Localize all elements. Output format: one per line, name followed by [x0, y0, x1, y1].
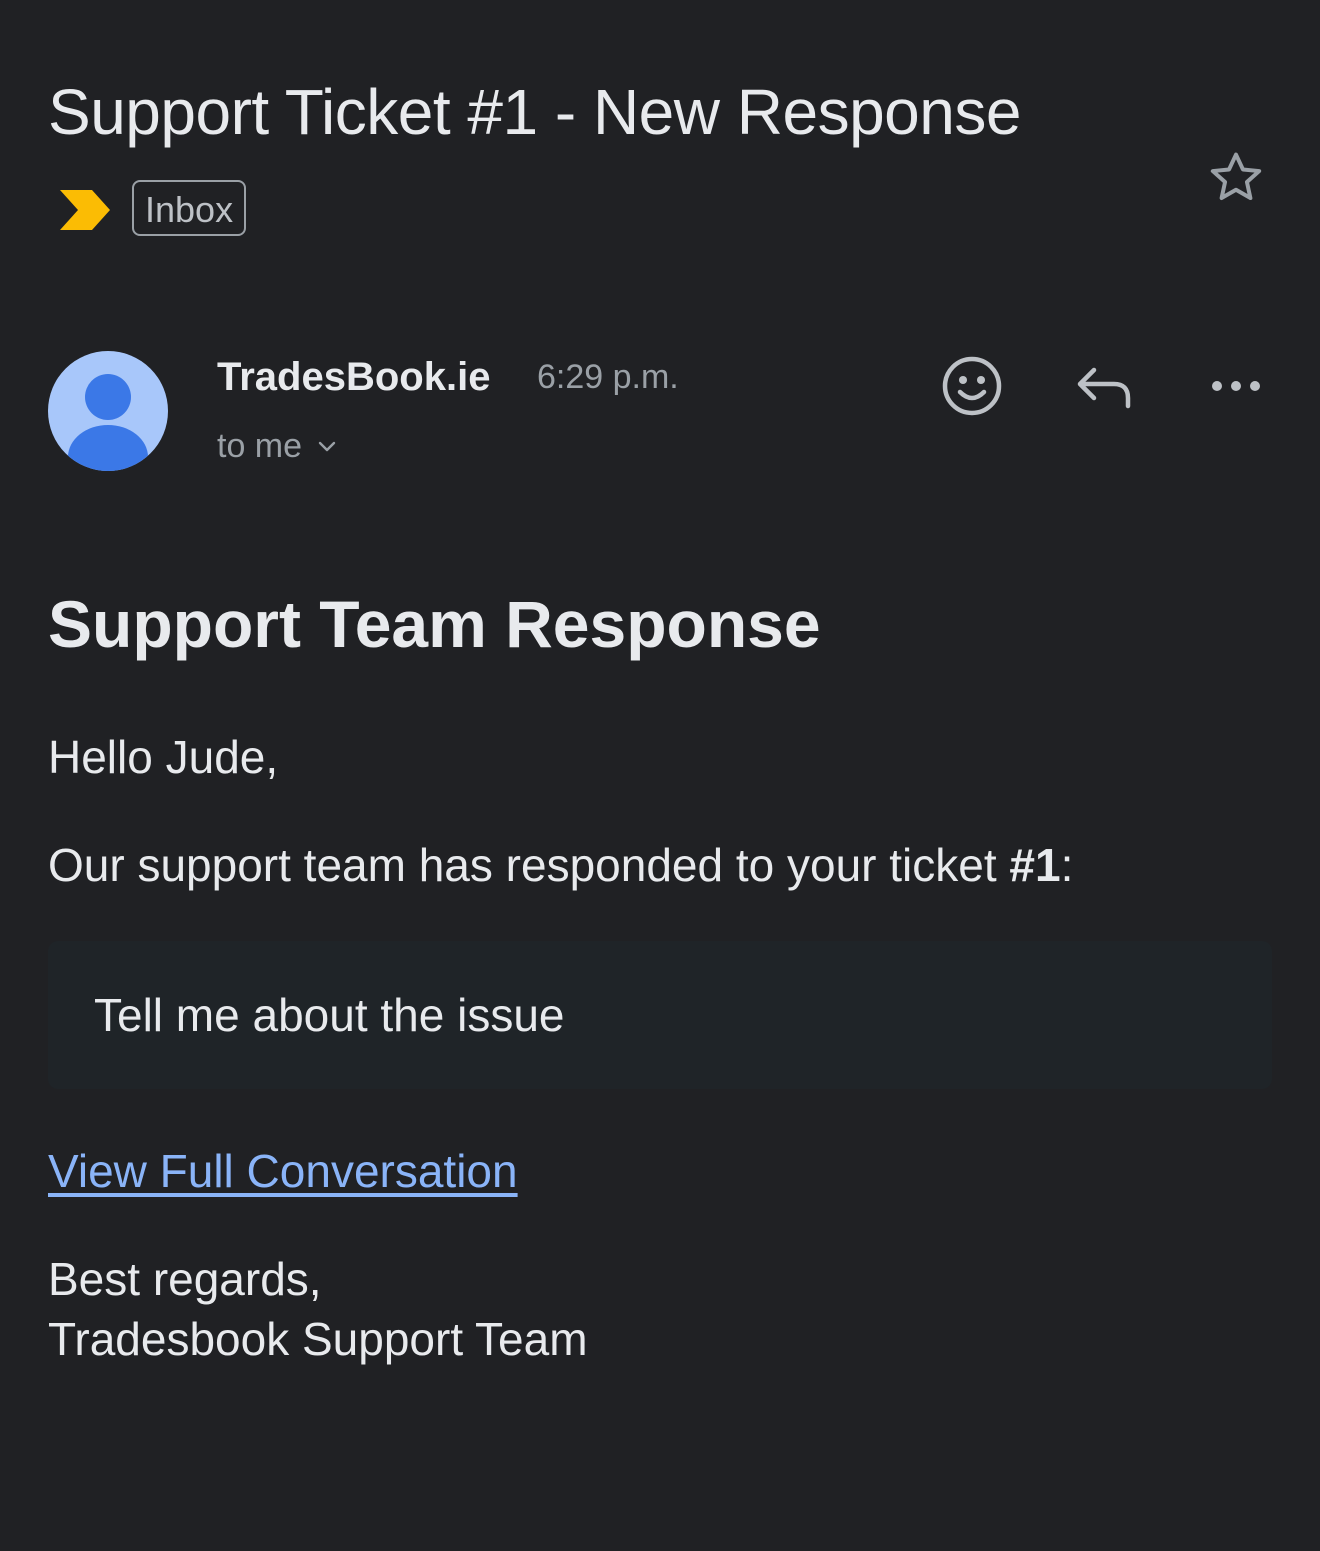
signoff: Best regards, Tradesbook Support Team: [48, 1249, 588, 1369]
star-button[interactable]: [1204, 146, 1268, 210]
signoff-line1: Best regards,: [48, 1253, 322, 1305]
reply-button[interactable]: [1068, 350, 1140, 422]
email-subject: Support Ticket #1 - New Response: [48, 76, 1021, 148]
intro-prefix: Our support team has responded to your t…: [48, 839, 1010, 891]
greeting-text: Hello Jude,: [48, 731, 279, 783]
view-conversation-link[interactable]: View Full Conversation: [48, 1141, 518, 1201]
add-reaction-button[interactable]: [936, 350, 1008, 422]
response-text: Tell me about the issue: [94, 989, 565, 1041]
recipient-details-toggle[interactable]: to me: [217, 422, 338, 470]
signoff-line2: Tradesbook Support Team: [48, 1313, 588, 1365]
ticket-reference: #1: [1009, 839, 1061, 891]
inbox-label-chip[interactable]: Inbox: [132, 180, 247, 236]
importance-marker-icon[interactable]: [58, 188, 112, 232]
add-reaction-icon: [942, 356, 1002, 416]
person-icon: [68, 374, 148, 471]
reply-icon: [1077, 367, 1131, 409]
more-options-button[interactable]: [1200, 350, 1272, 422]
intro-text: Our support team has responded to your t…: [48, 835, 1073, 895]
sent-time: 6:29 p.m.: [537, 358, 679, 396]
sender-name[interactable]: TradesBook.ie: [217, 350, 490, 404]
chevron-down-icon: [318, 441, 336, 452]
message-heading: Support Team Response: [48, 587, 821, 661]
more-horizontal-icon: [1212, 381, 1260, 391]
recipient-label: to me: [217, 427, 303, 465]
star-outline-icon: [1210, 152, 1262, 200]
sender-avatar[interactable]: [48, 351, 168, 471]
response-quote-box: Tell me about the issue: [48, 941, 1272, 1089]
intro-suffix: :: [1060, 839, 1074, 891]
